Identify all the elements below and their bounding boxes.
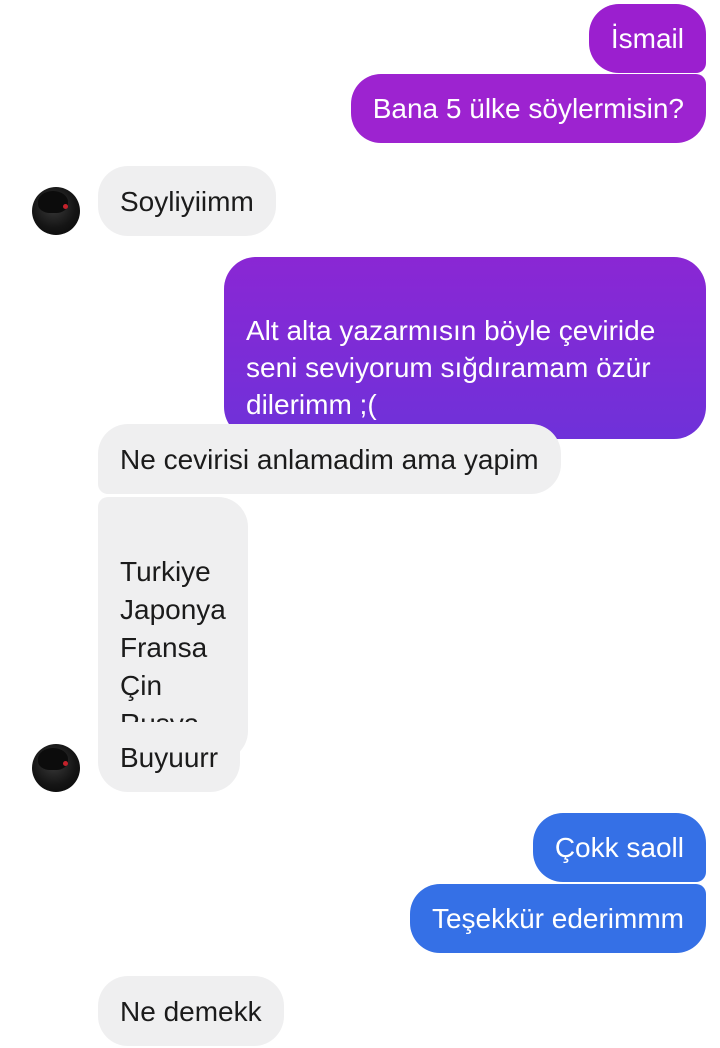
outgoing-message-bubble[interactable]: Alt alta yazarmısın böyle çeviride seni … — [224, 257, 706, 439]
incoming-message-bubble[interactable]: Ne cevirisi anlamadim ama yapim — [98, 424, 561, 494]
message-text: İsmail — [610, 23, 684, 54]
avatar-hair-shape — [38, 748, 68, 770]
avatar-hair-shape — [38, 191, 68, 213]
message-text: Çokk saoll — [554, 832, 684, 863]
message-text: Turkiye Japonya Fransa Çin Rusya — [120, 556, 226, 739]
outgoing-message-bubble[interactable]: Teşekkür ederimmm — [409, 884, 706, 953]
outgoing-message-bubble[interactable]: Bana 5 ülke söylermisin? — [350, 74, 706, 143]
contact-avatar[interactable] — [32, 744, 80, 792]
message-text: Alt alta yazarmısın böyle çeviride seni … — [246, 315, 656, 420]
incoming-message-bubble[interactable]: Buyuurr — [98, 722, 241, 792]
outgoing-message-bubble[interactable]: Çokk saoll — [532, 813, 706, 882]
message-text: Ne demekk — [120, 996, 262, 1027]
message-text: Ne cevirisi anlamadim ama yapim — [120, 444, 539, 475]
incoming-message-bubble[interactable]: Ne demekk — [98, 976, 284, 1046]
avatar-eye-dot — [63, 761, 68, 766]
message-thread: İsmail Bana 5 ülke söylermisin? Soyliyii… — [0, 0, 720, 1048]
outgoing-message-bubble[interactable]: İsmail — [588, 4, 706, 73]
message-text: Soyliyiimm — [120, 186, 254, 217]
message-text: Buyuurr — [120, 742, 219, 773]
message-text: Bana 5 ülke söylermisin? — [372, 93, 684, 124]
avatar-eye-dot — [63, 204, 68, 209]
incoming-message-bubble[interactable]: Soyliyiimm — [98, 166, 276, 236]
message-text: Teşekkür ederimmm — [431, 903, 684, 934]
contact-avatar[interactable] — [32, 187, 80, 235]
